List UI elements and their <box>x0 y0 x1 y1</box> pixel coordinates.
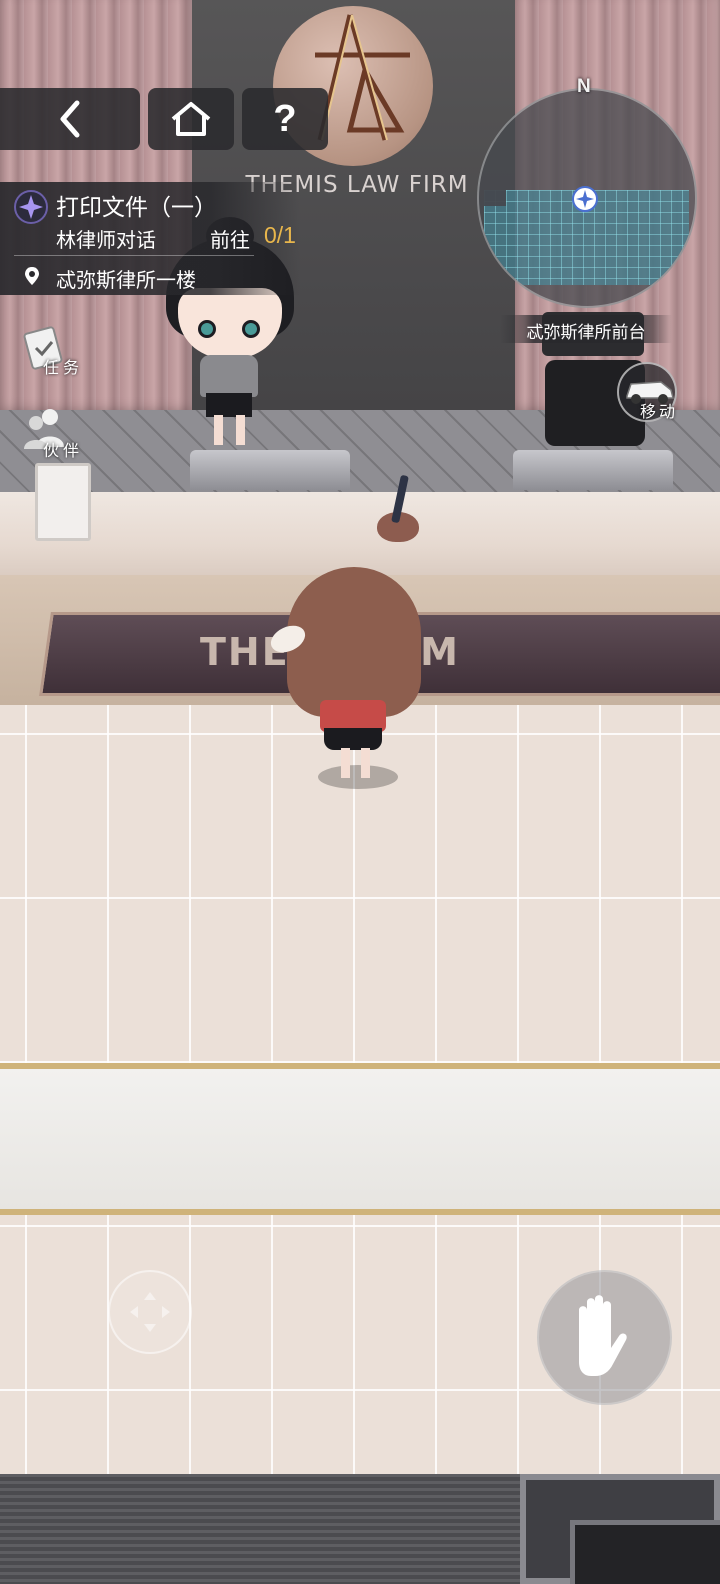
help-button[interactable]: ? <box>242 88 328 150</box>
tasks-label: 任务 <box>43 360 84 377</box>
home-button[interactable] <box>148 88 234 150</box>
npc-leg-right <box>236 415 245 445</box>
home-icon <box>171 102 211 136</box>
quest-progress: 0/1 <box>264 222 296 248</box>
player-skirt <box>324 728 382 750</box>
quest-go-button[interactable]: 前往 <box>210 224 250 253</box>
minimap-player-marker <box>572 186 598 212</box>
quest-objective: 林律师对话 <box>56 230 156 252</box>
joystick-icon <box>130 1292 170 1332</box>
chevron-left-icon <box>60 100 80 138</box>
back-button[interactable] <box>0 88 140 150</box>
elevator-door-inner <box>570 1520 720 1584</box>
quest-title: 打印文件（一） <box>56 194 217 220</box>
chair-left <box>190 450 350 490</box>
quest-divider <box>14 255 254 256</box>
interact-button[interactable] <box>537 1270 672 1405</box>
hand-icon <box>579 1295 627 1376</box>
sparkle-icon <box>14 190 48 224</box>
npc-eye-left <box>198 320 216 338</box>
marble-floor-band <box>0 1063 720 1215</box>
move-label: 移动 <box>640 404 679 421</box>
partners-label: 伙伴 <box>43 443 84 460</box>
player-shadow <box>318 765 398 789</box>
joystick[interactable] <box>108 1270 192 1354</box>
chair-right <box>513 450 673 490</box>
player-hair <box>287 567 421 717</box>
player-leg-left <box>341 748 350 778</box>
location-name: 忒弥斯律所一楼 <box>56 270 196 292</box>
counter-stand-sign <box>35 463 91 541</box>
player-leg-right <box>361 748 370 778</box>
map-pin-icon <box>25 267 39 285</box>
npc-skirt <box>206 393 252 417</box>
npc-leg-left <box>214 415 223 445</box>
minimap-north-label: N <box>577 76 591 97</box>
minimap-notch <box>484 190 506 206</box>
npc-body <box>200 355 258 397</box>
minimap-area-name: 忒弥斯律所前台 <box>526 323 646 342</box>
compass-star-icon <box>576 190 594 208</box>
npc-eye-right <box>242 320 260 338</box>
